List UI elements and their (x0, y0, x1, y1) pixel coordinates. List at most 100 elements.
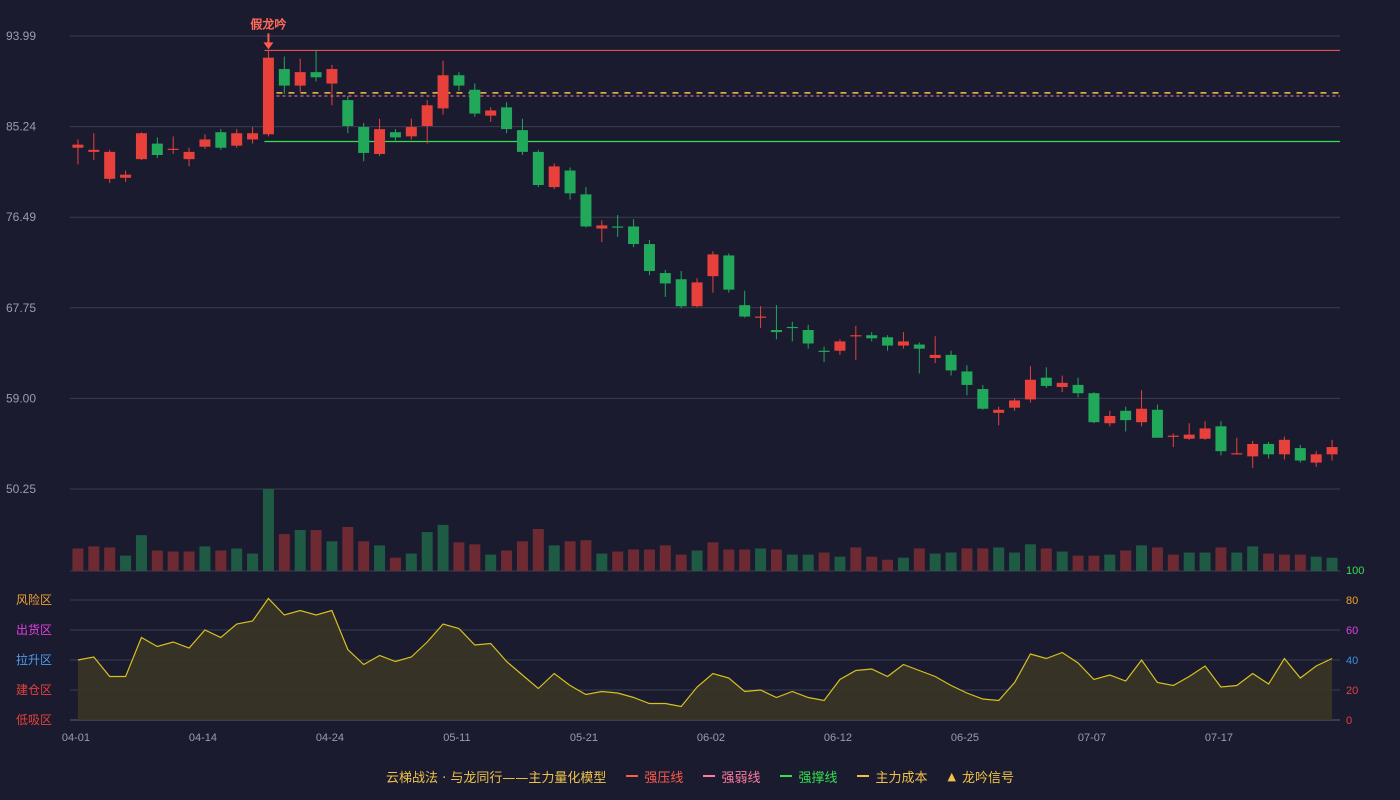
volume-bar (818, 552, 830, 571)
indicator-tick-label: 40 (1346, 655, 1358, 667)
candle-body (564, 170, 576, 194)
volume-bar (913, 548, 925, 571)
candle-body (374, 129, 386, 154)
volume-bar (88, 546, 100, 571)
volume-bar (993, 547, 1005, 571)
candle-body (755, 316, 767, 318)
legend-swatch-dashed (703, 775, 716, 777)
candle-body (993, 409, 1005, 413)
candle-body (167, 148, 179, 150)
volume-bar (1215, 547, 1227, 571)
x-tick-label: 07-17 (1205, 732, 1233, 744)
candle-body (262, 57, 274, 135)
candle-body (151, 143, 163, 155)
candle-body (231, 133, 243, 146)
candle-body (945, 354, 957, 371)
candle-body (247, 133, 259, 140)
volume-bar (278, 534, 290, 571)
legend-item-resistance[interactable]: 强压线 (626, 767, 683, 786)
indicator-tick-label: 0 (1346, 715, 1352, 727)
volume-bar (1120, 550, 1132, 571)
candle-body (453, 75, 465, 86)
volume-bar (691, 550, 703, 571)
x-tick-label: 06-02 (697, 732, 725, 744)
legend-item-support[interactable]: 强撑线 (780, 767, 837, 786)
price-tick-label: 67.75 (6, 301, 36, 315)
candle-body (1215, 426, 1227, 452)
volume-bar (231, 548, 243, 571)
volume-bar (834, 556, 846, 571)
volume-bar (1104, 554, 1116, 571)
volume-bar (1263, 553, 1275, 571)
candle-body (342, 100, 354, 126)
volume-bar (580, 540, 592, 571)
candle-body (72, 144, 84, 148)
volume-bar (739, 549, 751, 571)
candle-body (294, 72, 306, 86)
zone-label: 拉升区 (16, 652, 52, 667)
candle-body (770, 330, 782, 333)
volume-bar (1024, 544, 1036, 571)
volume-bar (1088, 555, 1100, 571)
candle-body (786, 326, 798, 329)
volume-bar (564, 541, 576, 571)
zone-label: 建仓区 (16, 683, 52, 697)
volume-bar (866, 556, 878, 571)
volume-bar (405, 553, 417, 571)
volume-bar (501, 550, 513, 571)
candle-body (516, 130, 528, 152)
volume-bar (1326, 557, 1338, 571)
volume-bar (374, 545, 386, 571)
volume-bar (1199, 552, 1211, 571)
legend-item-signal[interactable]: ▲ 龙吟信号 (947, 767, 1013, 786)
legend-item-cost[interactable]: 主力成本 (857, 767, 927, 786)
volume-bar (945, 552, 957, 571)
volume-bar (199, 546, 211, 571)
candle-body (1294, 448, 1306, 461)
x-tick-label: 04-24 (316, 732, 344, 744)
volume-bar (358, 541, 370, 571)
price-tick-label: 85.24 (6, 120, 36, 134)
price-tick-label: 50.25 (6, 482, 36, 496)
indicator-tick-label: 100 (1346, 565, 1364, 577)
x-tick-label: 04-01 (62, 732, 90, 744)
volume-bar (659, 545, 671, 571)
volume-bar (929, 553, 941, 571)
volume-bar (1231, 552, 1243, 571)
candle-body (882, 337, 894, 346)
candle-body (834, 341, 846, 351)
chart-legend: 云梯战法 · 与龙同行——主力量化模型 强压线 强弱线 强撑线 主力成本 ▲ 龙… (0, 766, 1400, 786)
volume-bar (120, 555, 132, 571)
candle-body (643, 244, 655, 271)
volume-bar (294, 530, 306, 571)
legend-item-weak[interactable]: 强弱线 (703, 767, 760, 786)
candle-body (596, 225, 608, 229)
volume-bar (977, 548, 989, 571)
candle-body (1247, 443, 1259, 457)
candle-body (802, 330, 814, 344)
x-tick-label: 04-14 (189, 732, 217, 744)
candle-body (104, 151, 116, 179)
x-tick-label: 06-12 (824, 732, 852, 744)
signal-label: 假龙吟 (250, 16, 286, 31)
candle-body (707, 254, 719, 277)
zone-label: 风险区 (16, 592, 52, 607)
volume-bar (707, 542, 719, 571)
candle-body (977, 389, 989, 409)
candle-body (1056, 382, 1068, 387)
candle-body (310, 72, 322, 78)
legend-label: 主力成本 (875, 770, 928, 786)
candle-body (1072, 384, 1084, 394)
legend-swatch-solid (780, 775, 793, 777)
candle-body (866, 335, 878, 339)
volume-bar (1040, 548, 1052, 571)
candle-body (437, 75, 449, 109)
candle-body (278, 69, 290, 86)
candle-body (1120, 410, 1132, 421)
volume-bar (1278, 554, 1290, 571)
legend-label: 龙吟信号 (961, 770, 1014, 786)
volume-bar (1072, 555, 1084, 571)
price-tick-label: 59.00 (6, 391, 36, 405)
candle-body (628, 226, 640, 245)
volume-bar (675, 554, 687, 571)
